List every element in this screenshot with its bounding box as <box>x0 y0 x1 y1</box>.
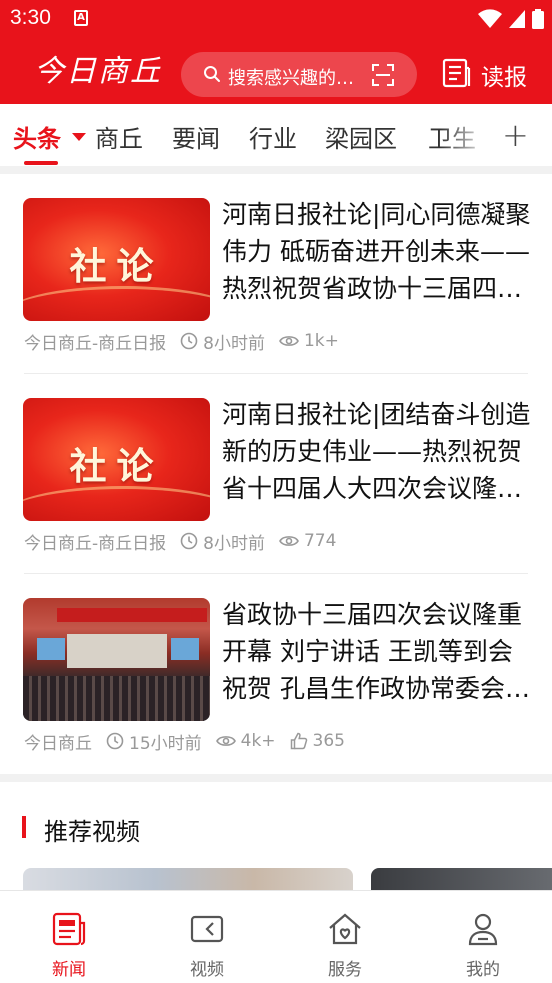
wifi-icon <box>478 9 502 28</box>
status-time: 3:30 <box>10 6 51 29</box>
news-time: 15小时前 <box>129 733 202 754</box>
section-divider <box>0 774 552 782</box>
section-title: 推荐视频 <box>44 818 140 846</box>
nav-service[interactable]: 服务 <box>276 891 414 983</box>
caret-down-icon[interactable] <box>72 133 86 141</box>
news-time: 8小时前 <box>203 333 265 354</box>
video-thumbnail[interactable] <box>23 868 353 890</box>
eye-icon <box>215 736 236 746</box>
section-accent-bar <box>22 816 26 838</box>
news-source: 今日商丘-商丘日报 <box>24 333 167 354</box>
nav-label: 服务 <box>328 960 362 980</box>
news-meta: 今日商丘-商丘日报 8小时前 774 <box>24 530 337 554</box>
news-source: 今日商丘 <box>24 733 92 754</box>
read-newspaper-button[interactable]: 读报 <box>481 58 527 92</box>
channel-tabs: 头条 商丘 要闻 行业 梁园区 卫生 + <box>0 104 552 166</box>
news-title[interactable]: 省政协十三届四次会议隆重开幕 刘宁讲话 王凯等到会祝贺 孔昌生作政协常委会工作报… <box>222 596 532 707</box>
thumbnail-caption: 社论 <box>69 444 164 488</box>
clock-icon <box>180 332 198 350</box>
recommended-videos-header: 推荐视频 <box>0 800 552 856</box>
clock-icon <box>106 732 124 750</box>
news-views: 1k+ <box>303 331 339 351</box>
signal-icon <box>509 10 525 28</box>
service-icon <box>329 913 361 945</box>
active-tab-indicator <box>24 161 58 165</box>
app-header: 今日商丘 搜索感兴趣的内容 读报 <box>0 40 552 104</box>
nav-label: 我的 <box>466 960 500 980</box>
tab-industry[interactable]: 行业 <box>249 119 297 154</box>
section-divider <box>0 166 552 174</box>
news-list-item[interactable]: 省政协十三届四次会议隆重开幕 刘宁讲话 王凯等到会祝贺 孔昌生作政协常委会工作报… <box>0 574 552 774</box>
search-bar[interactable]: 搜索感兴趣的内容 <box>181 52 417 97</box>
news-thumbnail[interactable] <box>23 598 210 721</box>
tab-top-news[interactable]: 要闻 <box>172 119 220 154</box>
bottom-navigation: 新闻 视频 服务 我的 <box>0 890 552 983</box>
news-meta: 今日商丘 15小时前 4k+ 365 <box>24 730 345 754</box>
nav-video[interactable]: 视频 <box>138 891 276 983</box>
eye-icon <box>279 336 299 346</box>
tab-shangqiu[interactable]: 商丘 <box>95 119 143 154</box>
news-list-item[interactable]: 社论 河南日报社论|团结奋斗创造新的历史伟业——热烈祝贺省十四届人大四次会议隆重… <box>0 374 552 574</box>
video-thumbnail[interactable] <box>371 868 552 890</box>
news-icon <box>52 912 86 946</box>
profile-icon <box>468 913 498 946</box>
battery-icon <box>532 9 544 29</box>
scan-icon[interactable] <box>371 63 395 87</box>
nav-profile[interactable]: 我的 <box>414 891 552 983</box>
search-placeholder[interactable]: 搜索感兴趣的内容 <box>228 64 364 90</box>
newspaper-icon[interactable] <box>441 58 471 88</box>
news-list-item[interactable]: 社论 河南日报社论|同心同德凝聚伟力 砥砺奋进开创未来——热烈祝贺省政协十三届四… <box>0 174 552 374</box>
news-thumbnail[interactable]: 社论 <box>23 198 210 321</box>
news-thumbnail[interactable]: 社论 <box>23 398 210 521</box>
thumbs-up-icon[interactable] <box>290 732 308 750</box>
tab-headlines[interactable]: 头条 <box>13 119 61 154</box>
news-title[interactable]: 河南日报社论|同心同德凝聚伟力 砥砺奋进开创未来——热烈祝贺省政协十三届四次会议… <box>222 196 532 307</box>
clock-icon <box>180 532 198 550</box>
news-title[interactable]: 河南日报社论|团结奋斗创造新的历史伟业——热烈祝贺省十四届人大四次会议隆重开幕 <box>222 396 532 507</box>
video-icon <box>190 915 224 943</box>
search-icon <box>204 66 220 82</box>
status-bar: 3:30 A <box>0 0 552 40</box>
news-time: 8小时前 <box>203 533 265 554</box>
add-channel-icon[interactable]: + <box>502 116 529 154</box>
nav-news[interactable]: 新闻 <box>0 891 138 983</box>
news-meta: 今日商丘-商丘日报 8小时前 1k+ <box>24 330 339 354</box>
thumbnail-caption: 社论 <box>69 244 164 288</box>
news-likes: 365 <box>312 731 345 751</box>
news-views: 4k+ <box>240 731 276 751</box>
eye-icon <box>279 536 299 546</box>
nav-label: 新闻 <box>52 960 86 980</box>
news-source: 今日商丘-商丘日报 <box>24 533 167 554</box>
app-logo[interactable]: 今日商丘 <box>34 50 162 94</box>
nav-label: 视频 <box>190 960 224 980</box>
tab-liangyuan[interactable]: 梁园区 <box>325 119 397 154</box>
system-status-icons <box>478 9 544 29</box>
news-views: 774 <box>303 531 337 551</box>
notification-badge-icon: A <box>74 10 88 26</box>
tab-fade-overlay <box>440 104 500 166</box>
